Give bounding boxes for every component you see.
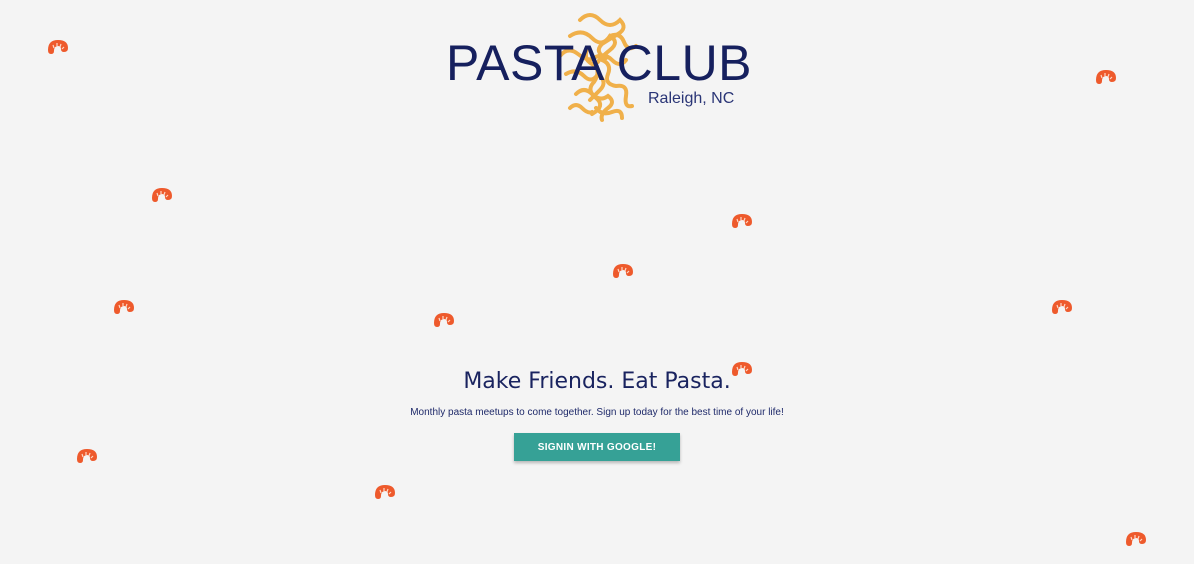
pasta-club-logo: PASTA CLUB Raleigh, NC — [440, 8, 753, 126]
macaroni-icon — [114, 300, 134, 314]
hero-tagline: Monthly pasta meetups to come together. … — [410, 407, 784, 418]
macaroni-icon — [375, 485, 395, 499]
hero-headline: Make Friends. Eat Pasta. — [463, 369, 731, 394]
landing-page: PASTA CLUB Raleigh, NC Make Friends. Eat… — [0, 0, 1194, 564]
macaroni-icon — [1096, 70, 1116, 84]
hero-section: Make Friends. Eat Pasta. Monthly pasta m… — [0, 366, 1194, 461]
logo-subtitle: Raleigh, NC — [648, 90, 735, 107]
macaroni-icon — [1052, 300, 1072, 314]
logo-title: PASTA CLUB — [446, 35, 753, 91]
macaroni-icon — [48, 40, 68, 54]
macaroni-icon — [732, 214, 752, 228]
macaroni-icon — [152, 188, 172, 202]
macaroni-icon — [434, 313, 454, 327]
macaroni-icon — [613, 264, 633, 278]
signin-with-google-button[interactable]: SIGNIN WITH GOOGLE! — [514, 433, 680, 461]
macaroni-icon — [1126, 532, 1146, 546]
